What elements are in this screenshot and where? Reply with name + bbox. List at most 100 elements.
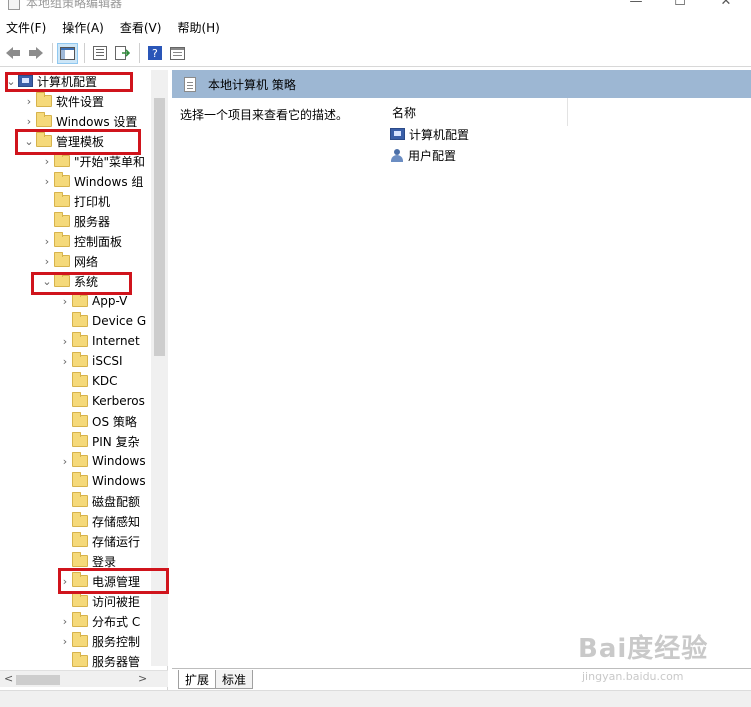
tree-hscroll-thumb[interactable] bbox=[16, 675, 60, 685]
folder-icon bbox=[54, 212, 70, 227]
tree-item-label: 网络 bbox=[74, 254, 99, 269]
folder-icon bbox=[54, 232, 70, 247]
scroll-right-icon[interactable]: > bbox=[138, 672, 147, 685]
chevron-right-icon[interactable]: › bbox=[60, 635, 70, 648]
list-item-computer-config[interactable]: 计算机配置 bbox=[388, 124, 469, 144]
tree-item[interactable]: › 软件设置 bbox=[24, 91, 104, 111]
chevron-right-icon[interactable]: › bbox=[42, 155, 52, 168]
console-tree[interactable]: ⌄ 计算机配置 › 软件设置 › Windows 设置 ⌄ 管理模板 › "开始"菜单和 › Wind… bbox=[0, 70, 168, 690]
tree-item[interactable]: 存储运行 bbox=[60, 531, 140, 551]
tree-scrollbar-thumb[interactable] bbox=[154, 98, 165, 356]
tab-standard[interactable]: 标准 bbox=[215, 670, 254, 689]
tree-item[interactable]: › App-V bbox=[60, 291, 127, 311]
export-icon bbox=[115, 46, 130, 60]
details-title: 本地计算机 策略 bbox=[208, 77, 296, 92]
tree-item-label: App-V bbox=[92, 294, 128, 308]
tree-horizontal-scrollbar[interactable]: < > bbox=[0, 670, 168, 687]
tree-item[interactable]: ⌄ 系统 bbox=[42, 271, 98, 291]
chevron-right-icon[interactable]: › bbox=[42, 175, 52, 188]
show-hide-tree-button[interactable] bbox=[57, 42, 78, 64]
tree-item[interactable]: 磁盘配额 bbox=[60, 491, 140, 511]
tree-vertical-scrollbar[interactable] bbox=[151, 70, 168, 666]
folder-icon bbox=[72, 652, 88, 667]
tree-item[interactable]: PIN 复杂 bbox=[60, 431, 140, 451]
tree-item-label: Internet bbox=[92, 334, 140, 348]
tree-item[interactable]: Kerberos bbox=[60, 391, 145, 411]
tree-item[interactable]: 登录 bbox=[60, 551, 116, 571]
chevron-right-icon[interactable]: › bbox=[24, 115, 34, 128]
tree-item-label: 分布式 C bbox=[92, 614, 141, 629]
properties-button[interactable] bbox=[89, 43, 110, 64]
chevron-down-icon[interactable]: ⌄ bbox=[24, 135, 34, 148]
tree-item-label: 系统 bbox=[74, 274, 99, 289]
close-button[interactable]: ✕ bbox=[716, 0, 736, 9]
folder-icon bbox=[72, 352, 88, 367]
chevron-right-icon[interactable]: › bbox=[60, 335, 70, 348]
chevron-right-icon[interactable]: › bbox=[42, 235, 52, 248]
chevron-right-icon[interactable]: › bbox=[42, 255, 52, 268]
tree-item[interactable]: 打印机 bbox=[42, 191, 110, 211]
tree-item[interactable]: 存储感知 bbox=[60, 511, 140, 531]
minimize-button[interactable]: — bbox=[626, 0, 646, 9]
tree-item[interactable]: › 网络 bbox=[42, 251, 98, 271]
tree-item-label: 服务控制 bbox=[92, 634, 141, 649]
tree-item[interactable]: › Windows 设置 bbox=[24, 111, 137, 131]
tree-item[interactable]: ⌄ 计算机配置 bbox=[6, 71, 97, 91]
tree-item[interactable]: 服务器管 bbox=[60, 651, 140, 671]
tree-item-label: Windows 组 bbox=[74, 174, 144, 189]
tree-item-label: 控制面板 bbox=[74, 234, 123, 249]
tree-item[interactable]: › Windows 组 bbox=[42, 171, 143, 191]
tree-item[interactable]: › "开始"菜单和 bbox=[42, 151, 145, 171]
tree-item-label: iSCSI bbox=[92, 354, 123, 368]
folder-icon bbox=[72, 632, 88, 647]
tree-item-label: 存储运行 bbox=[92, 534, 141, 549]
list-item-label: 计算机配置 bbox=[409, 127, 470, 142]
view-options-button[interactable] bbox=[167, 43, 188, 64]
status-bar bbox=[0, 690, 751, 707]
tree-item[interactable]: › 控制面板 bbox=[42, 231, 122, 251]
tree-item[interactable]: ⌄ 管理模板 bbox=[24, 131, 104, 151]
console-tree-icon bbox=[60, 46, 75, 60]
tree-item[interactable]: OS 策略 bbox=[60, 411, 137, 431]
scroll-left-icon[interactable]: < bbox=[4, 672, 13, 685]
chevron-down-icon[interactable]: ⌄ bbox=[6, 75, 16, 88]
menu-help[interactable]: 帮助(H) bbox=[177, 19, 219, 36]
menu-action[interactable]: 操作(A) bbox=[62, 19, 104, 36]
chevron-right-icon[interactable]: › bbox=[60, 295, 70, 308]
chevron-right-icon[interactable]: › bbox=[60, 355, 70, 368]
tree-item[interactable]: 访问被拒 bbox=[60, 591, 140, 611]
tab-extended[interactable]: 扩展 bbox=[178, 670, 217, 689]
tree-item[interactable]: KDC bbox=[60, 371, 118, 391]
help-icon: ? bbox=[147, 46, 162, 60]
forward-button[interactable] bbox=[25, 43, 46, 64]
folder-icon bbox=[72, 552, 88, 567]
help-button[interactable]: ? bbox=[144, 43, 165, 64]
tree-item-label: 电源管理 bbox=[92, 574, 141, 589]
menu-file[interactable]: 文件(F) bbox=[6, 19, 46, 36]
tree-item-label: 计算机配置 bbox=[37, 74, 98, 89]
tree-item-label: 访问被拒 bbox=[92, 594, 141, 609]
back-button[interactable] bbox=[2, 43, 23, 64]
tree-item[interactable]: 服务器 bbox=[42, 211, 110, 231]
tree-item[interactable]: › Windows bbox=[60, 451, 146, 471]
tree-item[interactable]: Device G bbox=[60, 311, 146, 331]
tree-item-label: 管理模板 bbox=[56, 134, 105, 149]
chevron-down-icon[interactable]: ⌄ bbox=[42, 275, 52, 288]
tree-item[interactable]: › 分布式 C bbox=[60, 611, 140, 631]
menu-view[interactable]: 查看(V) bbox=[120, 19, 162, 36]
column-header-name[interactable]: 名称 bbox=[382, 98, 568, 126]
chevron-right-icon[interactable]: › bbox=[60, 575, 70, 588]
chevron-right-icon[interactable]: › bbox=[60, 455, 70, 468]
export-list-button[interactable] bbox=[112, 43, 133, 64]
chevron-right-icon[interactable]: › bbox=[60, 615, 70, 628]
list-item-user-config[interactable]: 用户配置 bbox=[388, 145, 456, 165]
folder-icon bbox=[72, 532, 88, 547]
maximize-button[interactable]: ☐ bbox=[670, 0, 690, 9]
tree-item[interactable]: › 服务控制 bbox=[60, 631, 140, 651]
tree-item[interactable]: › 电源管理 bbox=[60, 571, 140, 591]
chevron-right-icon[interactable]: › bbox=[24, 95, 34, 108]
folder-icon bbox=[54, 152, 70, 167]
tree-item[interactable]: › iSCSI bbox=[60, 351, 123, 371]
tree-item[interactable]: › Internet bbox=[60, 331, 140, 351]
tree-item[interactable]: Windows bbox=[60, 471, 146, 491]
